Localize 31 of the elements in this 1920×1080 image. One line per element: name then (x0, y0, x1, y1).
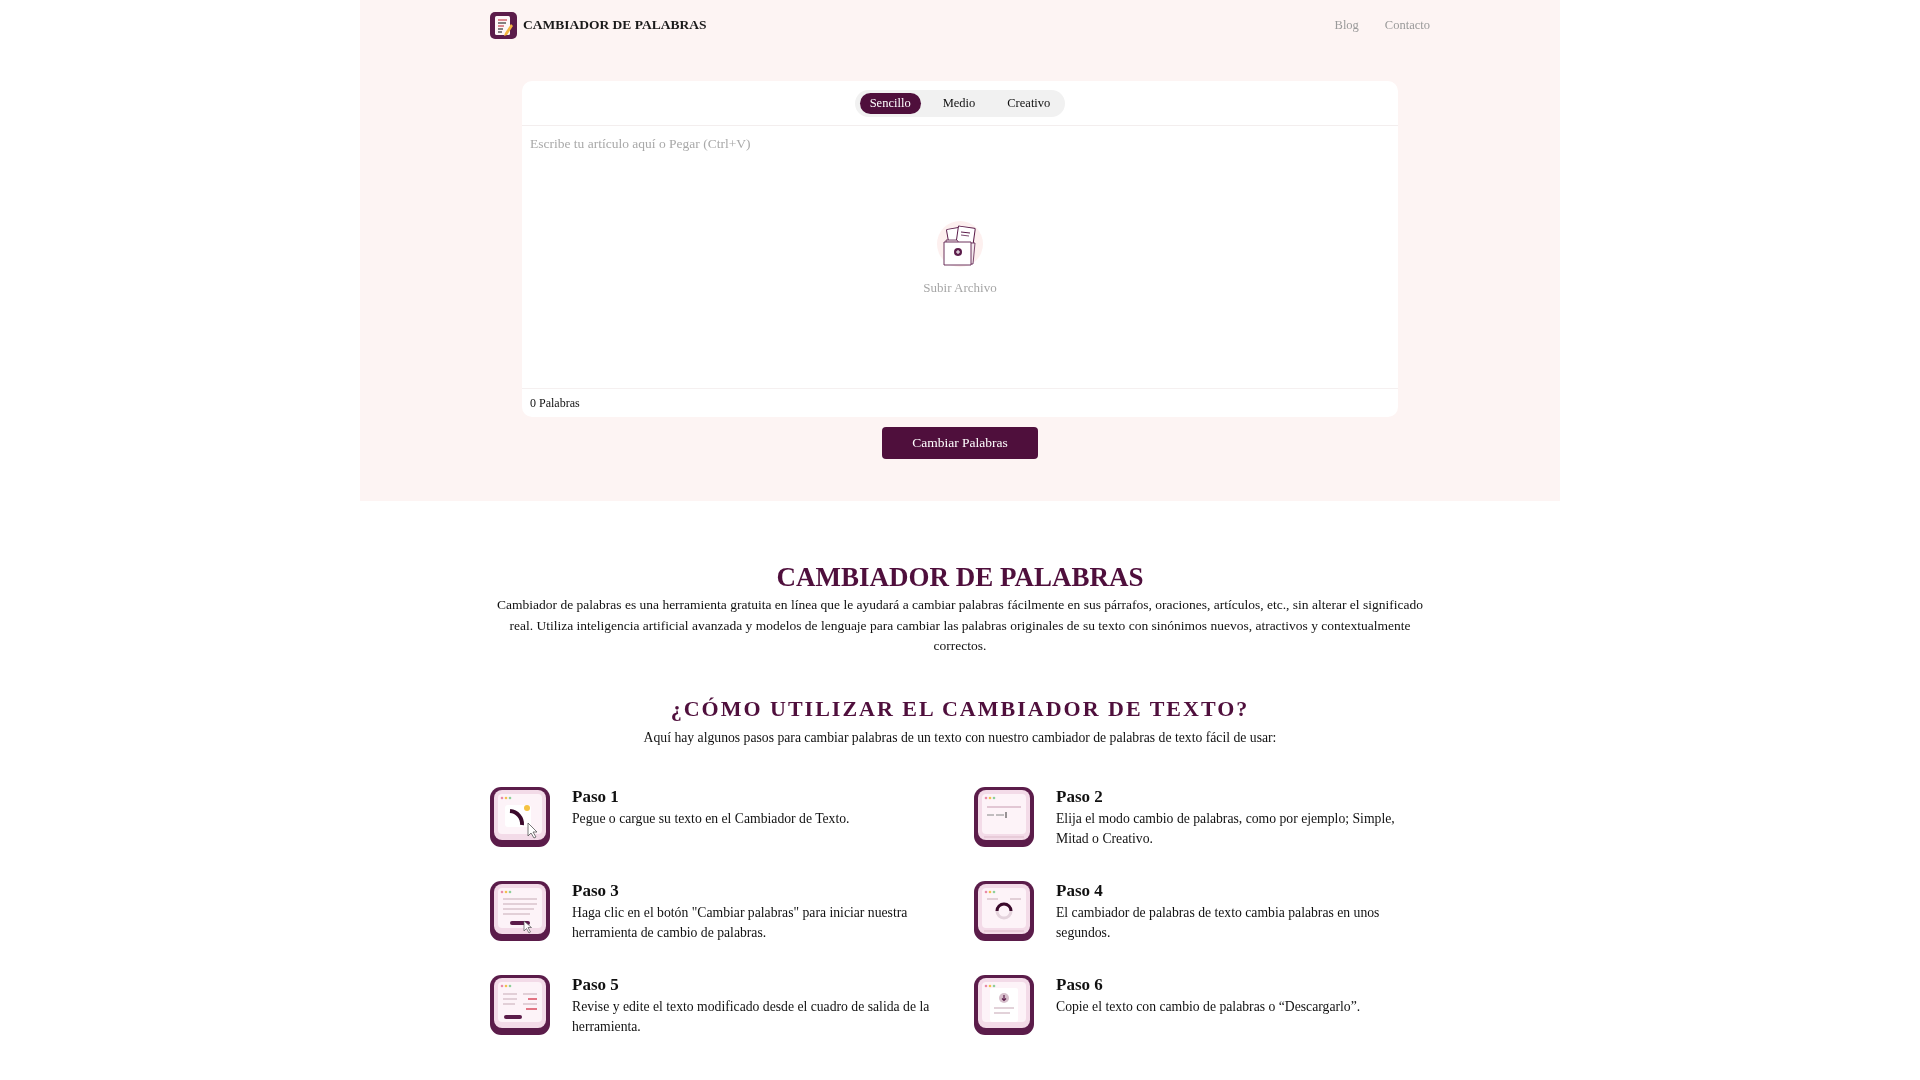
step-description: Revise y edite el texto modificado desde el cuadro de salida de la herramienta. (572, 997, 931, 1036)
text-window-icon (974, 786, 1034, 847)
word-count: 0 Palabras (530, 395, 580, 411)
step-title: Paso 5 (572, 974, 620, 995)
intro-paragraph: Cambiador de palabras es una herramienta gratuita en línea que le ayudará a cambiar palabras fácilmente en sus párrafos, oraciones, artículos, etc., sin alterar el significado real. Utiliza inteligencia artificial avanzada y modelos de lenguaje para cambiar las palabras originales de su texto con sinónimos nuevos, atractivos y contextualmente correctos. (496, 596, 1424, 655)
folder-upload-icon (935, 220, 985, 268)
step-title: Paso 1 (572, 786, 620, 807)
text-input-field[interactable]: Escribe tu artículo aquí o Pegar (Ctrl+V) (522, 126, 1398, 196)
section-heading: CAMBIADOR DE PALABRAS (775, 561, 1145, 593)
step-description: Elija el modo cambio de palabras, como por ejemplo; Simple, Mitad o Creativo. (1056, 809, 1396, 848)
submit-button[interactable]: Cambiar Palabras (882, 427, 1038, 459)
site-title[interactable]: CAMBIADOR DE PALABRAS (523, 17, 707, 33)
step-title: Paso 6 (1056, 974, 1104, 995)
mode-tab[interactable]: Creativo (997, 92, 1061, 114)
mode-tab[interactable]: Sencillo (859, 92, 921, 114)
download-document-icon (974, 974, 1034, 1035)
step-title: Paso 4 (1056, 880, 1104, 901)
section-subtitle: Aquí hay algunos pasos para cambiar palabras de un texto con nuestro cambiador de palabras de texto fácil de usar: (642, 728, 1278, 747)
step-description: Copie el texto con cambio de palabras o “Descargarlo”. (1056, 997, 1362, 1016)
two-column-text-icon (490, 974, 550, 1035)
step-description: El cambiador de palabras de texto cambia palabras en unos segundos. (1056, 903, 1381, 942)
loading-ring-icon (974, 880, 1034, 941)
step-description: Pegue o cargue su texto en el Cambiador de Texto. (572, 809, 851, 828)
section-heading: ¿CÓMO UTILIZAR EL CAMBIADOR DE TEXTO? (669, 694, 1251, 723)
button-click-icon (490, 880, 550, 941)
notepad-pencil-icon[interactable] (490, 11, 517, 39)
step-title: Paso 3 (572, 880, 620, 901)
mode-tab[interactable]: Medio (932, 92, 986, 114)
image-cursor-icon (490, 786, 550, 847)
step-title: Paso 2 (1056, 786, 1104, 807)
step-description: Haga clic en el botón "Cambiar palabras" para iniciar nuestra herramienta de cambio de palabras. (572, 903, 909, 942)
